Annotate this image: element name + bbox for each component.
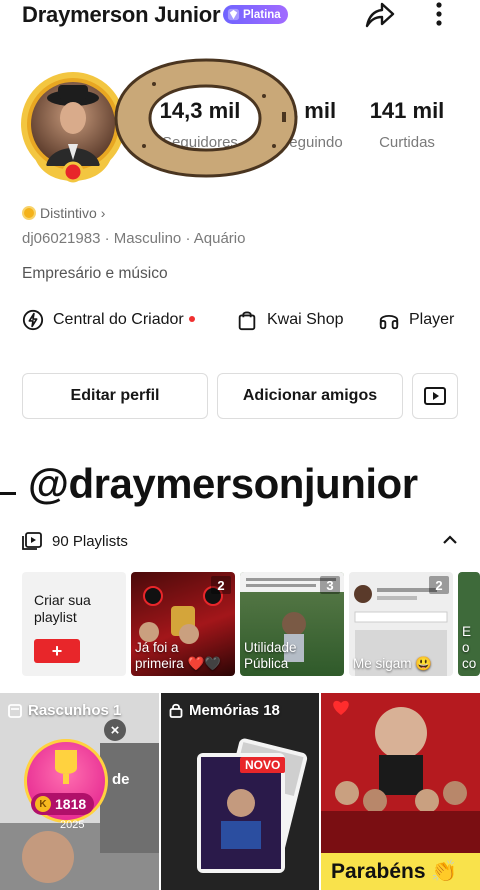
handle-overlay: @draymersonjunior [0, 458, 480, 514]
shopping-bag-icon [238, 311, 256, 331]
distintivo-link[interactable]: Distintivo › [22, 205, 105, 221]
lock-icon [169, 703, 183, 718]
memories-thumbnail [161, 693, 319, 890]
playlist-caption: E o co [462, 624, 477, 671]
playlists-header[interactable]: 90 Playlists [22, 530, 462, 552]
memories-tile[interactable]: Memórias 18 NOVO [161, 693, 319, 890]
drafts-date: 2025 [60, 819, 85, 831]
headphones-icon [379, 314, 399, 330]
coin-balance: K 1818 [31, 793, 95, 815]
playlist-count: 2 [211, 576, 231, 594]
creator-center-link[interactable]: Central do Criador [22, 309, 195, 331]
drafts-icon [8, 703, 22, 718]
playlist-card[interactable]: E o co [458, 572, 480, 676]
handle-text: @draymersonjunior [28, 460, 418, 507]
likes-label: Curtidas [379, 134, 435, 151]
play-box-icon [424, 387, 446, 405]
hand-drawn-highlight-icon [114, 58, 298, 178]
playlist-caption: Já foi a primeira ❤️🖤 [135, 640, 222, 671]
profile-header: Draymerson Junior Platina [0, 0, 480, 34]
tier-badge-label: Platina [243, 8, 281, 21]
more-options-icon[interactable] [428, 0, 450, 30]
chevron-up-icon[interactable] [440, 530, 460, 550]
tier-badge[interactable]: Platina [223, 5, 288, 24]
profile-bio: Empresário e músico [22, 265, 168, 282]
edit-profile-button[interactable]: Editar perfil [22, 373, 208, 419]
video-button[interactable] [412, 373, 458, 419]
profile-meta: dj06021983 · Masculino · Aquário [22, 230, 246, 247]
new-badge: NOVO [240, 757, 286, 773]
chevron-right-icon: › [100, 205, 106, 221]
create-playlist-label: Criar sua playlist [34, 592, 91, 625]
drafts-header: Rascunhos 1 [8, 702, 121, 719]
playlist-card[interactable]: 2 Me sigam 😃 [349, 572, 453, 676]
congrats-banner: Parabéns 👏 [321, 853, 480, 890]
drafts-label: Rascunhos 1 [28, 702, 122, 719]
profile-name: Draymerson Junior [22, 2, 221, 27]
video-tile[interactable]: Parabéns 👏 [321, 693, 480, 890]
coin-balance-value: 1818 [55, 796, 87, 812]
playlist-caption: Me sigam 😃 [353, 656, 433, 671]
likes-count: 141 mil [369, 98, 445, 123]
close-icon[interactable]: × [104, 719, 126, 741]
notification-dot [188, 316, 195, 322]
playlist-card[interactable]: 3 Utilidade Pública [240, 572, 344, 676]
kwai-shop-label: Kwai Shop [267, 311, 344, 328]
playlist-count: 2 [429, 576, 449, 594]
video-grid: Rascunhos 1 × K 1818 de 2025 Memórias 18… [0, 693, 480, 890]
player-label: Player [409, 311, 455, 328]
distintivo-icon [22, 206, 36, 220]
likes-stat[interactable]: 141 mil Curtidas [362, 98, 452, 151]
create-playlist-card[interactable]: Criar sua playlist + [22, 572, 126, 676]
kwai-coin-icon: K [35, 796, 51, 812]
playlist-caption: Utilidade Pública [244, 640, 297, 671]
drafts-text: de [112, 771, 130, 788]
memories-label: Memórias 18 [189, 702, 280, 719]
playlists-strip: Criar sua playlist + 2 Já foi a primeira… [22, 572, 480, 676]
quick-links: Central do Criador Kwai Shop Player [0, 309, 480, 337]
add-friends-button[interactable]: Adicionar amigos [217, 373, 403, 419]
memories-header: Memórias 18 [169, 702, 280, 719]
overlay-dash [0, 492, 16, 495]
player-link[interactable]: Player [378, 309, 454, 331]
playlist-count: 3 [320, 576, 340, 594]
kwai-shop-link[interactable]: Kwai Shop [236, 309, 344, 331]
create-playlist-button[interactable]: + [34, 639, 80, 663]
playlist-icon [22, 532, 42, 550]
drafts-tile[interactable]: Rascunhos 1 × K 1818 de 2025 [0, 693, 159, 890]
creator-center-label: Central do Criador [53, 311, 184, 328]
playlist-card[interactable]: 2 Já foi a primeira ❤️🖤 [131, 572, 235, 676]
distintivo-label: Distintivo [40, 205, 97, 221]
playlists-count: 90 Playlists [52, 532, 128, 550]
gem-icon [227, 8, 240, 21]
creator-center-icon [22, 309, 44, 331]
share-icon[interactable] [362, 0, 396, 30]
